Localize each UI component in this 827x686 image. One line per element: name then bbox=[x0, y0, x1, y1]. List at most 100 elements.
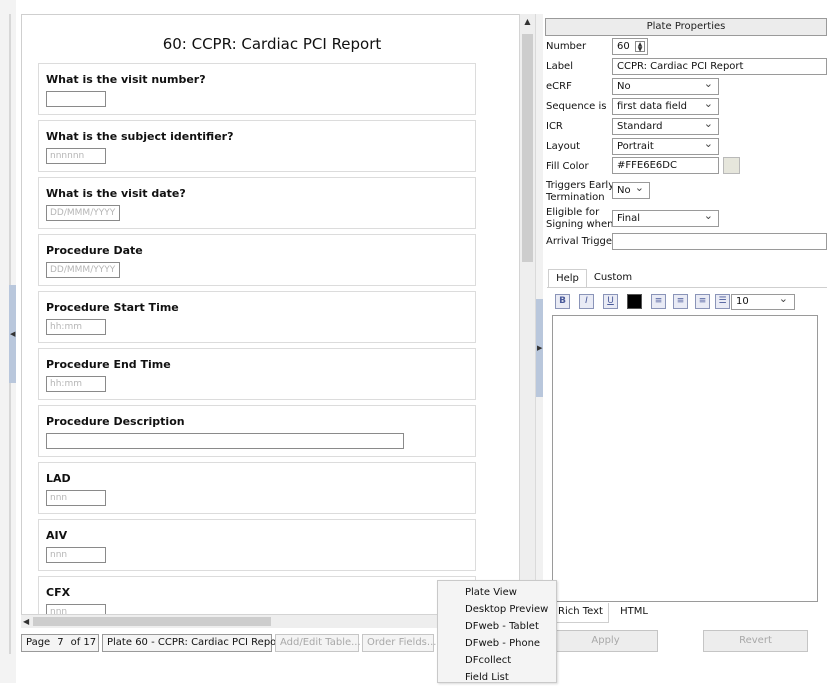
field-label: What is the visit number? bbox=[46, 73, 206, 86]
menu-item-desktop-preview[interactable]: Desktop Preview bbox=[438, 601, 556, 618]
visit-date-input[interactable]: DD/MMM/YYYY bbox=[46, 205, 120, 221]
menu-item-dfweb-tablet[interactable]: DFweb - Tablet bbox=[438, 618, 556, 635]
field-label: Procedure Description bbox=[46, 415, 185, 428]
revert-button[interactable]: Revert bbox=[703, 630, 808, 652]
field-procedure-description[interactable]: Procedure Description bbox=[38, 405, 476, 457]
plate-button[interactable]: Plate 60 - CCPR: Cardiac PCI Report bbox=[102, 634, 284, 652]
plate-properties-panel: Plate Properties Number 60 ▲ ▼ Label CCPR… bbox=[543, 16, 827, 656]
collapse-left-icon[interactable]: ◀ bbox=[10, 330, 15, 338]
scroll-thumb[interactable] bbox=[33, 617, 271, 626]
eligible-for-signing-label: Eligible for Signing when bbox=[546, 207, 613, 231]
panel-divider[interactable]: ▶ bbox=[535, 14, 543, 654]
field-procedure-date[interactable]: Procedure Date DD/MMM/YYYY bbox=[38, 234, 476, 286]
page-label: Page bbox=[26, 637, 51, 648]
list-icon[interactable]: ☰ bbox=[715, 294, 730, 309]
text-color-icon[interactable] bbox=[627, 294, 642, 309]
label-input[interactable]: CCPR: Cardiac PCI Report bbox=[612, 58, 827, 75]
field-label: What is the visit date? bbox=[46, 187, 186, 200]
bold-icon[interactable]: B bbox=[555, 294, 570, 309]
field-label: AIV bbox=[46, 529, 68, 542]
order-fields-button[interactable]: Order Fields... bbox=[362, 634, 436, 652]
sequence-label: Sequence is bbox=[546, 101, 607, 112]
editor-toolbar: B I U ≡ ≡ ≡ ☰ 10 bbox=[553, 292, 813, 312]
triggers-early-termination-select[interactable]: No bbox=[612, 180, 650, 199]
field-visit-date[interactable]: What is the visit date? DD/MMM/YYYY bbox=[38, 177, 476, 229]
arrival-trigger-input[interactable] bbox=[612, 233, 827, 250]
align-right-icon[interactable]: ≡ bbox=[695, 294, 710, 309]
field-label: What is the subject identifier? bbox=[46, 130, 234, 143]
label-label: Label bbox=[546, 61, 573, 72]
icr-label: ICR bbox=[546, 121, 563, 132]
menu-item-dfweb-phone[interactable]: DFweb - Phone bbox=[438, 635, 556, 652]
field-label: Procedure Date bbox=[46, 244, 143, 257]
field-aiv[interactable]: AIV nnn bbox=[38, 519, 476, 571]
ecrf-label: eCRF bbox=[546, 81, 572, 92]
field-label: LAD bbox=[46, 472, 71, 485]
field-subject-identifier[interactable]: What is the subject identifier? nnnnnn bbox=[38, 120, 476, 172]
apply-button[interactable]: Apply bbox=[553, 630, 658, 652]
label-line: Eligible for bbox=[546, 207, 600, 218]
procedure-end-time-input[interactable]: hh:mm bbox=[46, 376, 106, 392]
form-canvas[interactable]: 60: CCPR: Cardiac PCI Report What is the… bbox=[21, 14, 535, 628]
layout-select[interactable]: Portrait bbox=[612, 136, 719, 155]
label-line: Termination bbox=[546, 192, 605, 203]
page-number-input[interactable]: 7 bbox=[53, 635, 67, 651]
fill-color-input[interactable]: #FFE6E6DC bbox=[612, 157, 719, 174]
lad-input[interactable]: nnn bbox=[46, 490, 106, 506]
page-count: of 17 bbox=[70, 637, 97, 648]
field-label: Procedure End Time bbox=[46, 358, 171, 371]
help-editor-area[interactable] bbox=[552, 315, 818, 602]
tab-html[interactable]: HTML bbox=[610, 603, 658, 623]
eligible-for-signing-select[interactable]: Final bbox=[612, 208, 719, 227]
procedure-date-input[interactable]: DD/MMM/YYYY bbox=[46, 262, 120, 278]
sequence-select[interactable]: first data field bbox=[612, 96, 719, 115]
fill-color-label: Fill Color bbox=[546, 161, 589, 172]
arrival-trigger-label: Arrival Trigger bbox=[546, 236, 617, 247]
tab-divider bbox=[547, 287, 827, 288]
align-center-icon[interactable]: ≡ bbox=[673, 294, 688, 309]
scroll-thumb[interactable] bbox=[522, 34, 533, 262]
menu-item-dfcollect[interactable]: DFcollect bbox=[438, 652, 556, 669]
label-line: Signing when bbox=[546, 219, 614, 230]
procedure-description-input[interactable] bbox=[46, 433, 404, 449]
tab-help[interactable]: Help bbox=[548, 269, 587, 288]
menu-item-field-list[interactable]: Field List bbox=[438, 669, 556, 686]
number-label: Number bbox=[546, 41, 587, 52]
visit-number-input[interactable] bbox=[46, 91, 106, 107]
page-indicator[interactable]: Page 7 of 17 bbox=[21, 634, 99, 652]
field-procedure-end-time[interactable]: Procedure End Time hh:mm bbox=[38, 348, 476, 400]
field-visit-number[interactable]: What is the visit number? bbox=[38, 63, 476, 115]
field-lad[interactable]: LAD nnn bbox=[38, 462, 476, 514]
color-swatch[interactable] bbox=[723, 157, 740, 174]
align-left-icon[interactable]: ≡ bbox=[651, 294, 666, 309]
icr-select[interactable]: Standard bbox=[612, 116, 719, 135]
field-label: Procedure Start Time bbox=[46, 301, 179, 314]
field-label: CFX bbox=[46, 586, 71, 599]
procedure-start-time-input[interactable]: hh:mm bbox=[46, 319, 106, 335]
number-spinner[interactable]: 60 ▲ ▼ bbox=[612, 38, 648, 55]
underline-icon[interactable]: U bbox=[603, 294, 618, 309]
form-title: 60: CCPR: Cardiac PCI Report bbox=[162, 35, 382, 53]
panel-header: Plate Properties bbox=[545, 18, 827, 36]
tab-custom[interactable]: Custom bbox=[588, 269, 638, 288]
label-line: Triggers Early bbox=[546, 180, 615, 191]
aiv-input[interactable]: nnn bbox=[46, 547, 106, 563]
menu-item-plate-view[interactable]: Plate View bbox=[438, 584, 556, 601]
ecrf-select[interactable]: No bbox=[612, 76, 719, 95]
triggers-early-termination-label: Triggers Early Termination bbox=[546, 180, 614, 204]
spinner-arrows-icon[interactable]: ▲ ▼ bbox=[635, 41, 645, 53]
add-edit-table-button[interactable]: Add/Edit Table... bbox=[275, 634, 361, 652]
left-splitter[interactable]: ◀ bbox=[0, 0, 16, 683]
layout-label: Layout bbox=[546, 141, 580, 152]
font-size-select[interactable]: 10 bbox=[731, 292, 795, 310]
view-popup-menu: Plate View Desktop Preview DFweb - Table… bbox=[437, 580, 557, 683]
subject-identifier-input[interactable]: nnnnnn bbox=[46, 148, 106, 164]
field-procedure-start-time[interactable]: Procedure Start Time hh:mm bbox=[38, 291, 476, 343]
vertical-scrollbar[interactable]: ▲ bbox=[519, 14, 535, 614]
italic-icon[interactable]: I bbox=[579, 294, 594, 309]
scroll-up-icon[interactable]: ▲ bbox=[520, 14, 535, 30]
scroll-left-icon[interactable]: ◀ bbox=[23, 615, 29, 628]
number-value: 60 bbox=[617, 41, 630, 52]
expand-right-icon[interactable]: ▶ bbox=[537, 344, 542, 352]
tab-rich-text[interactable]: Rich Text bbox=[552, 603, 609, 623]
